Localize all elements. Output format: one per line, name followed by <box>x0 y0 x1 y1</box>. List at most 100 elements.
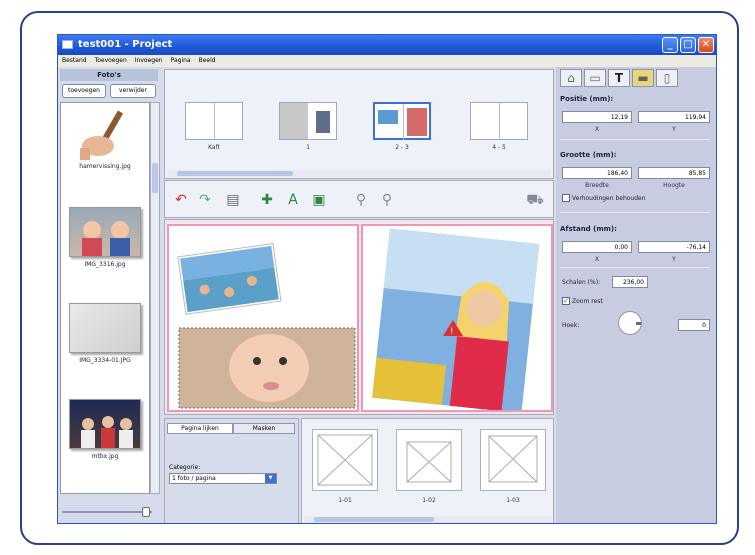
zoom-rest-label: Zoom rest <box>572 298 603 305</box>
photo-thumbnail <box>69 399 141 449</box>
page-label: 1 <box>306 144 310 151</box>
add-photo-button[interactable]: toevoegen <box>62 84 106 98</box>
layout-scrollbar[interactable] <box>304 516 552 523</box>
layout-item[interactable] <box>312 429 378 491</box>
height-field[interactable]: 85,85 <box>638 167 710 179</box>
photo-thumbnail <box>69 303 141 353</box>
thumbnail-size-slider[interactable] <box>62 507 156 517</box>
page-fold <box>403 104 404 140</box>
divider <box>560 139 710 140</box>
scale-label: Schalen (%): <box>562 279 601 286</box>
page-strip-scrollbar[interactable] <box>167 170 551 177</box>
page-props-icon[interactable]: ▯ <box>656 69 678 87</box>
distance-y-field[interactable]: -76,14 <box>638 241 710 253</box>
zoom-out-icon[interactable]: ⚲ <box>351 190 371 210</box>
layout-filter-panel: Pagina lijken Masken Categorie: 1 foto /… <box>164 418 299 523</box>
page-spread-1[interactable] <box>279 102 337 140</box>
scale-field[interactable]: 236,00 <box>612 276 648 288</box>
group-photo-image <box>81 416 133 448</box>
dial-handle[interactable] <box>636 322 641 325</box>
menu-toevoegen[interactable]: Toevoegen <box>91 55 131 64</box>
undo-icon[interactable]: ↶ <box>171 190 191 210</box>
position-heading: Positie (mm): <box>560 95 614 103</box>
minimize-button[interactable]: _ <box>662 37 678 53</box>
layout-item[interactable] <box>396 429 462 491</box>
photo-item[interactable]: mtbx.jpg <box>69 399 141 460</box>
layout-item[interactable] <box>480 429 546 491</box>
menu-pagina[interactable]: Pagina <box>167 55 195 64</box>
zoom-rest-checkbox[interactable]: ✓ <box>562 297 570 305</box>
add-frame-icon[interactable]: ▣ <box>309 190 329 210</box>
trash-icon[interactable]: ▤ <box>223 190 243 210</box>
slider-track <box>62 511 152 513</box>
photo-item[interactable]: hamervissing.jpg <box>69 109 141 170</box>
add-photo-icon[interactable]: ✚ <box>257 190 277 210</box>
width-label: Breedte <box>585 182 609 189</box>
tab-page-layouts[interactable]: Pagina lijken <box>167 423 233 434</box>
divider <box>560 212 710 213</box>
photo-caption: IMG_3334-01.JPG <box>79 357 131 364</box>
photo-thumbnail <box>69 207 141 257</box>
divider <box>560 267 710 268</box>
menu-beeld[interactable]: Beeld <box>195 55 220 64</box>
text-props-icon[interactable]: T <box>608 69 630 87</box>
app-window: test001 - Project _ □ ✕ Bestand Toevoegen… <box>57 34 717 524</box>
photo-caption: mtbx.jpg <box>91 453 119 460</box>
remove-photo-button[interactable]: verwijder <box>110 84 156 98</box>
x-label: X <box>594 126 600 133</box>
right-page[interactable]: ! <box>361 224 553 414</box>
y-label: Y <box>672 256 676 263</box>
page-label: 2 - 3 <box>395 144 409 151</box>
layout-caption: 1-03 <box>506 497 520 504</box>
photo-list: hamervissing.jpg IMG_3316.jpg IMG_3334-0… <box>60 102 150 494</box>
layout-list: 1-01 1-02 1-03 <box>301 418 554 523</box>
distance-x-field[interactable]: 0,00 <box>562 241 632 253</box>
svg-text:!: ! <box>450 327 454 337</box>
photo-props-icon[interactable]: ⌂ <box>560 69 582 87</box>
close-button[interactable]: ✕ <box>698 37 714 53</box>
scroll-thumb[interactable] <box>152 163 158 193</box>
category-label: Categorie: <box>169 464 201 471</box>
slider-knob[interactable] <box>142 507 150 517</box>
layout-caption: 1-01 <box>338 497 352 504</box>
y-label: Y <box>672 126 676 133</box>
cart-icon[interactable]: ⛟ <box>525 190 545 210</box>
photo-item[interactable]: IMG_3316.jpg <box>69 207 141 268</box>
rotate-label: Hoek: <box>562 322 580 329</box>
page-spread-4-5[interactable] <box>470 102 528 140</box>
width-field[interactable]: 186,40 <box>562 167 632 179</box>
left-page[interactable] <box>167 224 359 412</box>
page-photo <box>378 110 398 124</box>
scroll-thumb[interactable] <box>314 517 434 522</box>
ruler-props-icon[interactable]: ▬ <box>632 69 654 87</box>
page-label: Kaft <box>208 144 220 151</box>
frame-props-icon[interactable]: ▭ <box>584 69 606 87</box>
edit-toolbar: ↶ ↷ ▤ ✚ A ▣ ⚲ ⚲ ⛟ <box>164 180 554 218</box>
page-photo <box>407 108 427 136</box>
hammer-photo-image <box>80 110 124 160</box>
photo-caption: hamervissing.jpg <box>79 163 131 170</box>
page-spread-2-3[interactable] <box>373 102 431 140</box>
page-spread-cover[interactable] <box>185 102 243 140</box>
rotate-field[interactable]: 0 <box>678 319 710 331</box>
keep-ratio-checkbox[interactable] <box>562 194 570 202</box>
menu-invoegen[interactable]: Invoegen <box>131 55 167 64</box>
chevron-down-icon[interactable]: ▼ <box>265 474 276 483</box>
rotation-dial[interactable] <box>618 311 642 335</box>
page-strip: Kaft 1 2 - 3 4 - 5 <box>164 69 554 179</box>
zoom-in-icon[interactable]: ⚲ <box>377 190 397 210</box>
photos-panel: Foto's toevoegen verwijder hamervissing.… <box>58 67 162 523</box>
photo-list-scrollbar[interactable] <box>150 102 160 494</box>
photo-item[interactable]: IMG_3334-01.JPG <box>69 303 141 364</box>
category-select[interactable]: 1 foto / pagina ▼ <box>169 473 277 484</box>
size-heading: Grootte (mm): <box>560 151 617 159</box>
tab-masks[interactable]: Masken <box>233 423 295 434</box>
redo-icon[interactable]: ↷ <box>195 190 215 210</box>
maximize-button[interactable]: □ <box>680 37 696 53</box>
height-label: Hoogte <box>663 182 685 189</box>
scroll-thumb[interactable] <box>177 171 293 176</box>
add-text-icon[interactable]: A <box>283 190 303 210</box>
position-x-field[interactable]: 12,19 <box>562 111 632 123</box>
position-y-field[interactable]: 119,94 <box>638 111 710 123</box>
menu-bestand[interactable]: Bestand <box>58 55 91 64</box>
